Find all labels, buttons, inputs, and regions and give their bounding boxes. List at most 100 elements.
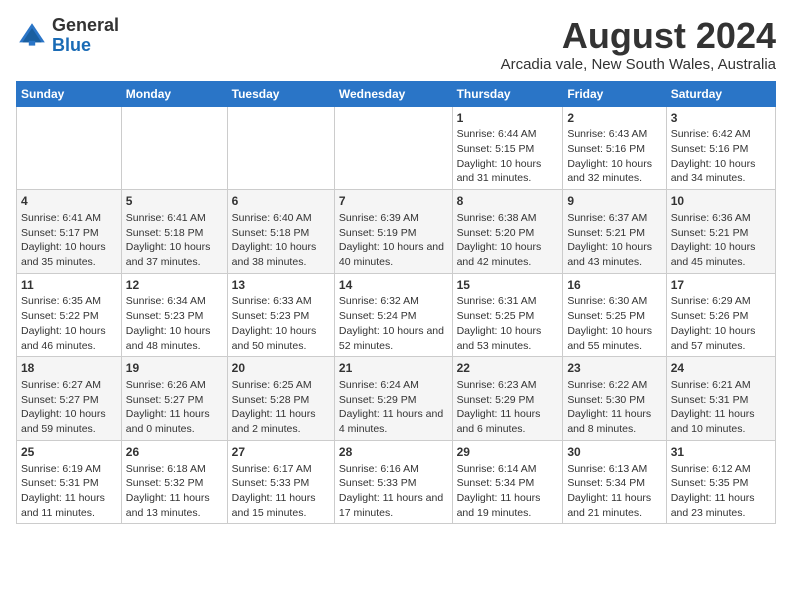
sunrise-text: Sunrise: 6:24 AM: [339, 379, 419, 391]
sunset-text: Sunset: 5:27 PM: [21, 394, 99, 406]
sunrise-text: Sunrise: 6:41 AM: [21, 212, 101, 224]
day-number: 2: [567, 110, 661, 127]
daylight-text: Daylight: 11 hours and 23 minutes.: [671, 492, 755, 519]
calendar-cell: 8Sunrise: 6:38 AMSunset: 5:20 PMDaylight…: [452, 190, 563, 274]
sunset-text: Sunset: 5:15 PM: [457, 143, 535, 155]
daylight-text: Daylight: 10 hours and 53 minutes.: [457, 325, 542, 352]
daylight-text: Daylight: 11 hours and 2 minutes.: [232, 408, 316, 435]
day-of-week-header: Sunday: [17, 81, 122, 106]
calendar-week-row: 4 Sunrise: 6:41 AM Sunset: 5:17 PM Daylight…: [17, 190, 776, 274]
sunrise-text: Sunrise: 6:27 AM: [21, 379, 101, 391]
sunrise-text: Sunrise: 6:31 AM: [457, 295, 537, 307]
calendar-cell: 19Sunrise: 6:26 AMSunset: 5:27 PMDayligh…: [121, 357, 227, 441]
sunset-text: Sunset: 5:35 PM: [671, 477, 749, 489]
daylight-text: Daylight: 10 hours and 40 minutes.: [339, 241, 444, 268]
day-number: 26: [126, 444, 223, 461]
daylight-text: Daylight: 10 hours and 55 minutes.: [567, 325, 652, 352]
daylight-text: Daylight: 10 hours and 52 minutes.: [339, 325, 444, 352]
day-of-week-header: Wednesday: [334, 81, 452, 106]
daylight-text: Daylight: 11 hours and 21 minutes.: [567, 492, 651, 519]
calendar-cell: 30 Sunrise: 6:13 AM Sunset: 5:34 PM Dayligh…: [563, 440, 666, 524]
sunrise-text: Sunrise: 6:36 AM: [671, 212, 751, 224]
sunrise-text: Sunrise: 6:21 AM: [671, 379, 751, 391]
day-number: 21: [339, 360, 448, 377]
sunset-text: Sunset: 5:25 PM: [567, 310, 645, 322]
day-number: 14: [339, 277, 448, 294]
daylight-text: Daylight: 10 hours and 31 minutes.: [457, 158, 542, 185]
calendar-cell: 24Sunrise: 6:21 AMSunset: 5:31 PMDayligh…: [666, 357, 775, 441]
day-of-week-header: Friday: [563, 81, 666, 106]
calendar-cell: [227, 106, 334, 190]
calendar-cell: [121, 106, 227, 190]
calendar-week-row: 11Sunrise: 6:35 AMSunset: 5:22 PMDayligh…: [17, 273, 776, 357]
sunrise-text: Sunrise: 6:22 AM: [567, 379, 647, 391]
sunset-text: Sunset: 5:26 PM: [671, 310, 749, 322]
day-number: 10: [671, 193, 771, 210]
day-number: 25: [21, 444, 117, 461]
daylight-text: Daylight: 10 hours and 46 minutes.: [21, 325, 106, 352]
day-of-week-header: Saturday: [666, 81, 775, 106]
sunrise-text: Sunrise: 6:17 AM: [232, 463, 312, 475]
sunset-text: Sunset: 5:34 PM: [457, 477, 535, 489]
sunset-text: Sunset: 5:28 PM: [232, 394, 310, 406]
calendar-cell: 26Sunrise: 6:18 AMSunset: 5:32 PMDayligh…: [121, 440, 227, 524]
calendar-cell: 25Sunrise: 6:19 AMSunset: 5:31 PMDayligh…: [17, 440, 122, 524]
day-number: 7: [339, 193, 448, 210]
calendar-cell: 21Sunrise: 6:24 AMSunset: 5:29 PMDayligh…: [334, 357, 452, 441]
daylight-text: Daylight: 10 hours and 59 minutes.: [21, 408, 106, 435]
calendar-cell: 22Sunrise: 6:23 AMSunset: 5:29 PMDayligh…: [452, 357, 563, 441]
calendar-cell: [17, 106, 122, 190]
day-number: 4: [21, 193, 117, 210]
sunrise-text: Sunrise: 6:32 AM: [339, 295, 419, 307]
calendar-cell: 27Sunrise: 6:17 AMSunset: 5:33 PMDayligh…: [227, 440, 334, 524]
daylight-text: Daylight: 10 hours and 57 minutes.: [671, 325, 756, 352]
calendar-table: SundayMondayTuesdayWednesdayThursdayFrid…: [16, 81, 776, 525]
day-number: 20: [232, 360, 330, 377]
sunrise-text: Sunrise: 6:41 AM: [126, 212, 206, 224]
daylight-text: Daylight: 10 hours and 37 minutes.: [126, 241, 211, 268]
calendar-cell: 17Sunrise: 6:29 AMSunset: 5:26 PMDayligh…: [666, 273, 775, 357]
calendar-week-row: 1Sunrise: 6:44 AMSunset: 5:15 PMDaylight…: [17, 106, 776, 190]
sunrise-text: Sunrise: 6:23 AM: [457, 379, 537, 391]
calendar-week-row: 25 Sunrise: 6:19 AM Sunset: 5:31 PM Dayligh…: [17, 440, 776, 524]
calendar-cell: 13Sunrise: 6:33 AMSunset: 5:23 PMDayligh…: [227, 273, 334, 357]
sunset-text: Sunset: 5:18 PM: [232, 227, 310, 239]
calendar-cell: 12Sunrise: 6:34 AMSunset: 5:23 PMDayligh…: [121, 273, 227, 357]
sunset-text: Sunset: 5:31 PM: [21, 477, 99, 489]
daylight-text: Daylight: 11 hours and 8 minutes.: [567, 408, 651, 435]
sunset-text: Sunset: 5:34 PM: [567, 477, 645, 489]
daylight-text: Daylight: 11 hours and 19 minutes.: [457, 492, 541, 519]
day-number: 16: [567, 277, 661, 294]
sunrise-text: Sunrise: 6:19 AM: [21, 463, 101, 475]
calendar-cell: 20Sunrise: 6:25 AMSunset: 5:28 PMDayligh…: [227, 357, 334, 441]
sunrise-text: Sunrise: 6:14 AM: [457, 463, 537, 475]
sunrise-text: Sunrise: 6:13 AM: [567, 463, 647, 475]
sunset-text: Sunset: 5:21 PM: [567, 227, 645, 239]
calendar-cell: 2Sunrise: 6:43 AMSunset: 5:16 PMDaylight…: [563, 106, 666, 190]
sunrise-text: Sunrise: 6:35 AM: [21, 295, 101, 307]
sunset-text: Sunset: 5:27 PM: [126, 394, 204, 406]
sunset-text: Sunset: 5:18 PM: [126, 227, 204, 239]
day-of-week-header: Thursday: [452, 81, 563, 106]
sunset-text: Sunset: 5:33 PM: [339, 477, 417, 489]
daylight-text: Daylight: 10 hours and 32 minutes.: [567, 158, 652, 185]
daylight-text: Daylight: 11 hours and 10 minutes.: [671, 408, 755, 435]
sunset-text: Sunset: 5:29 PM: [457, 394, 535, 406]
sunrise-text: Sunrise: 6:34 AM: [126, 295, 206, 307]
daylight-text: Daylight: 11 hours and 6 minutes.: [457, 408, 541, 435]
sunset-text: Sunset: 5:33 PM: [232, 477, 310, 489]
day-number: 17: [671, 277, 771, 294]
day-number: 11: [21, 277, 117, 294]
logo: General Blue: [16, 16, 119, 56]
day-number: 29: [457, 444, 559, 461]
daylight-text: Daylight: 10 hours and 43 minutes.: [567, 241, 652, 268]
sunrise-text: Sunrise: 6:38 AM: [457, 212, 537, 224]
sunset-text: Sunset: 5:20 PM: [457, 227, 535, 239]
sunset-text: Sunset: 5:17 PM: [21, 227, 99, 239]
sunrise-text: Sunrise: 6:33 AM: [232, 295, 312, 307]
sunset-text: Sunset: 5:30 PM: [567, 394, 645, 406]
calendar-cell: 15Sunrise: 6:31 AMSunset: 5:25 PMDayligh…: [452, 273, 563, 357]
logo-text: General Blue: [52, 16, 119, 56]
calendar-cell: 16Sunrise: 6:30 AMSunset: 5:25 PMDayligh…: [563, 273, 666, 357]
day-number: 30: [567, 444, 661, 461]
